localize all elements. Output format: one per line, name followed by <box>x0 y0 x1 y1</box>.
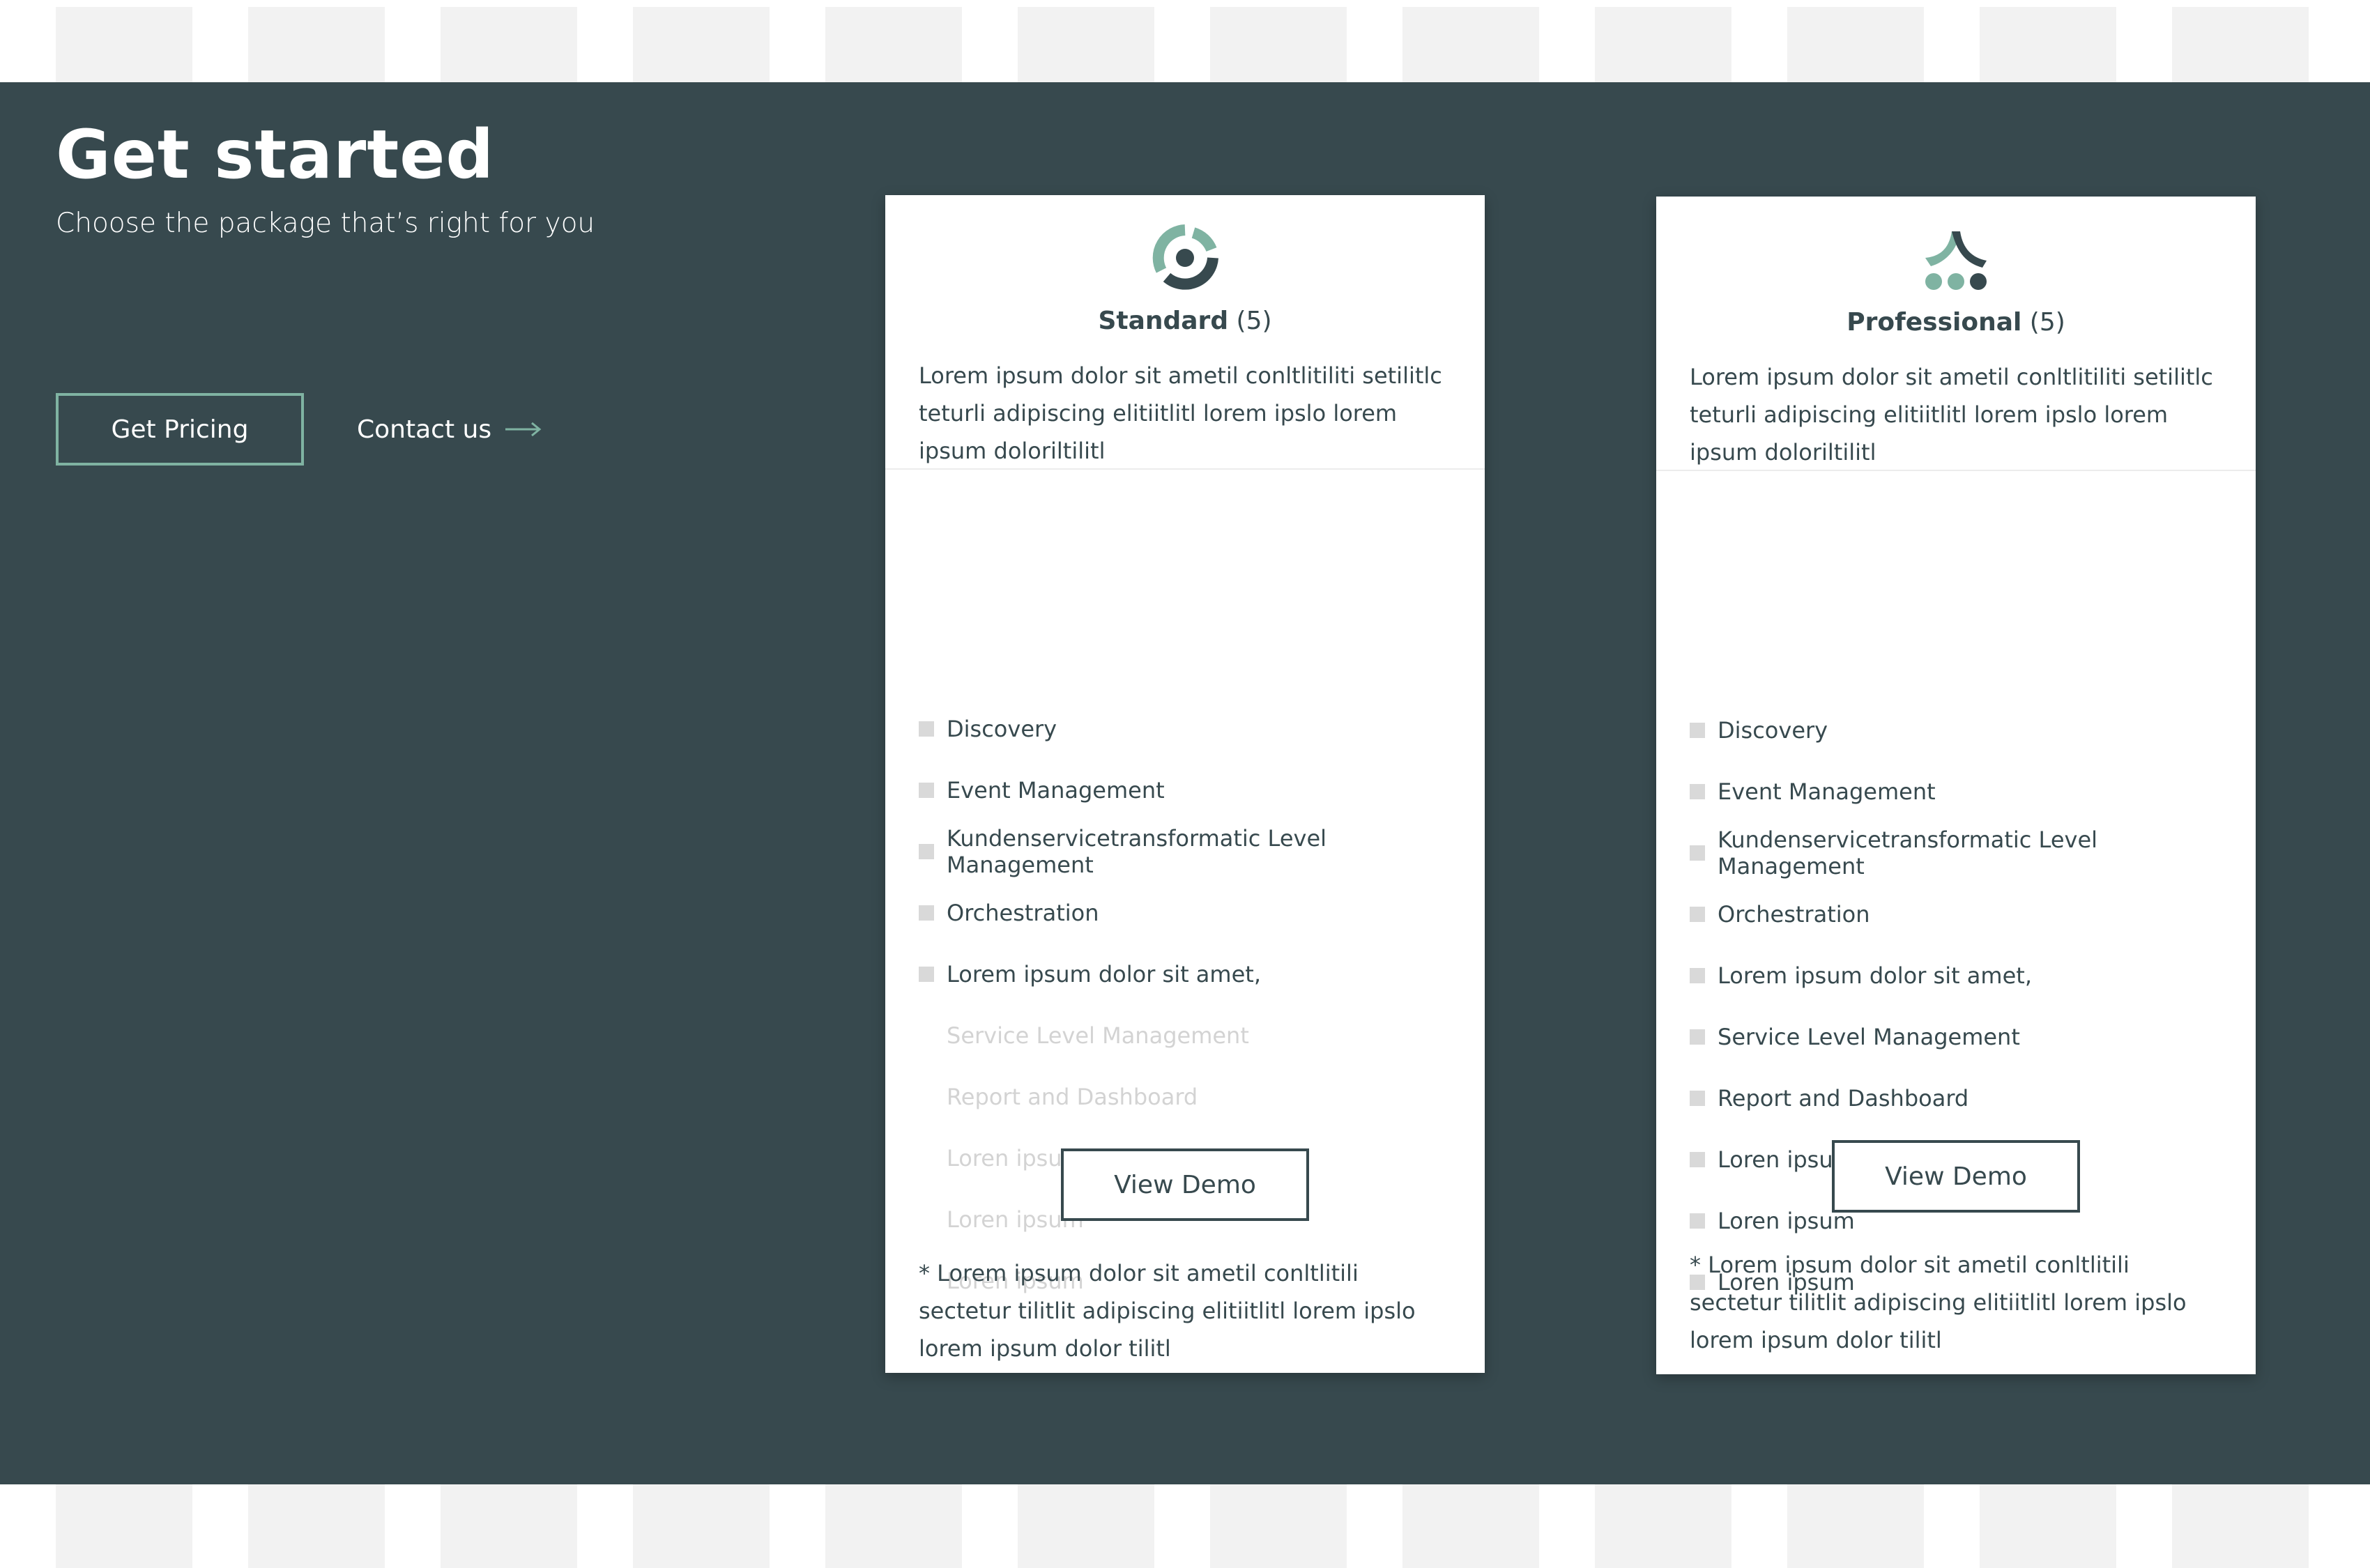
feature-label: Service Level Management <box>1718 1024 2020 1050</box>
target-ring-icon <box>1152 224 1218 290</box>
empty-square-icon <box>919 1089 934 1105</box>
feature-label: Lorem ipsum dolor sit amet, <box>947 961 1261 987</box>
feature-item: Report and Dashboard <box>1690 1068 2235 1129</box>
check-square-icon <box>1690 845 1705 861</box>
feature-label: Report and Dashboard <box>947 1084 1198 1110</box>
get-pricing-button[interactable]: Get Pricing <box>56 393 304 466</box>
bottom-stripe-decoration <box>0 1484 2370 1568</box>
pricing-card-professional: Professional (5) Lorem ipsum dolor sit a… <box>1656 197 2256 1374</box>
card-title: Standard (5) <box>885 307 1485 335</box>
feature-item: Kundenservicetransformatic Level Managem… <box>1690 822 2235 884</box>
plan-count: (5) <box>2029 308 2065 337</box>
feature-item: Event Management <box>1690 761 2235 822</box>
check-square-icon <box>1690 968 1705 983</box>
card-divider <box>885 468 1485 470</box>
feature-label: Service Level Management <box>947 1022 1249 1049</box>
empty-square-icon <box>919 1151 934 1166</box>
plan-count: (5) <box>1236 307 1272 335</box>
card-icon-wrap <box>885 224 1485 294</box>
feature-label: Report and Dashboard <box>1718 1085 1969 1112</box>
arrow-right-icon <box>505 422 542 436</box>
feature-label: Lorem ipsum dolor sit amet, <box>1718 962 2032 989</box>
check-square-icon <box>919 844 934 859</box>
feature-item: Orchestration <box>1690 884 2235 945</box>
feature-item: Kundenservicetransformatic Level Managem… <box>919 821 1464 882</box>
check-square-icon <box>1690 784 1705 799</box>
check-square-icon <box>1690 1029 1705 1045</box>
check-square-icon <box>919 783 934 798</box>
check-square-icon <box>1690 1091 1705 1106</box>
card-divider <box>1656 470 2256 471</box>
plan-name: Professional <box>1847 308 2022 337</box>
feature-item-excluded: Report and Dashboard <box>919 1066 1464 1128</box>
check-square-icon <box>919 721 934 737</box>
feature-item: Lorem ipsum dolor sit amet, <box>1690 945 2235 1006</box>
feature-label: Orchestration <box>1718 901 1870 928</box>
check-square-icon <box>1690 907 1705 922</box>
contact-us-link[interactable]: Contact us <box>357 415 542 444</box>
feature-label: Discovery <box>1718 717 1828 744</box>
empty-square-icon <box>919 1212 934 1227</box>
view-demo-button[interactable]: View Demo <box>1061 1148 1309 1221</box>
card-icon-wrap <box>1656 226 2256 295</box>
card-title: Professional (5) <box>1656 308 2256 337</box>
feature-label: Event Management <box>1718 778 1936 805</box>
feature-label: Event Management <box>947 777 1165 804</box>
plan-name: Standard <box>1098 307 1229 335</box>
hero-actions: Get Pricing Contact us <box>56 393 542 466</box>
plan-footnote: * Lorem ipsum dolor sit ametil conltliti… <box>1690 1252 2187 1353</box>
check-square-icon <box>919 905 934 921</box>
feature-label: Kundenservicetransformatic Level Managem… <box>947 825 1327 878</box>
feature-label: Discovery <box>947 716 1057 742</box>
check-square-icon <box>919 967 934 982</box>
check-square-icon <box>1690 1213 1705 1229</box>
feature-label: Orchestration <box>947 900 1099 926</box>
hero-intro: Get started Choose the package that’s ri… <box>56 116 595 239</box>
feature-label: Kundenservicetransformatic Level Managem… <box>1718 827 2098 879</box>
top-stripe-decoration <box>0 7 2370 82</box>
plan-description: Lorem ipsum dolor sit ametil conltlitili… <box>1690 364 2213 466</box>
view-demo-button[interactable]: View Demo <box>1832 1140 2080 1213</box>
plan-footnote: * Lorem ipsum dolor sit ametil conltliti… <box>919 1260 1416 1362</box>
feature-item: Lorem ipsum dolor sit amet, <box>919 944 1464 1005</box>
feature-item: Event Management <box>919 760 1464 821</box>
people-group-icon <box>1925 231 1987 290</box>
page-title: Get started <box>56 116 495 194</box>
feature-item: Discovery <box>1690 700 2235 761</box>
contact-us-label: Contact us <box>357 415 492 444</box>
plan-description: Lorem ipsum dolor sit ametil conltlitili… <box>919 362 1442 464</box>
check-square-icon <box>1690 723 1705 738</box>
page-subtitle: Choose the package that’s right for you <box>56 207 595 239</box>
feature-item: Service Level Management <box>1690 1006 2235 1068</box>
check-square-icon <box>1690 1152 1705 1167</box>
empty-square-icon <box>919 1028 934 1043</box>
feature-item-excluded: Service Level Management <box>919 1005 1464 1066</box>
feature-item: Orchestration <box>919 882 1464 944</box>
feature-list: Discovery Event Management Kundenservice… <box>1690 700 2235 1313</box>
feature-item: Discovery <box>919 698 1464 760</box>
pricing-card-standard: Standard (5) Lorem ipsum dolor sit ameti… <box>885 195 1485 1373</box>
